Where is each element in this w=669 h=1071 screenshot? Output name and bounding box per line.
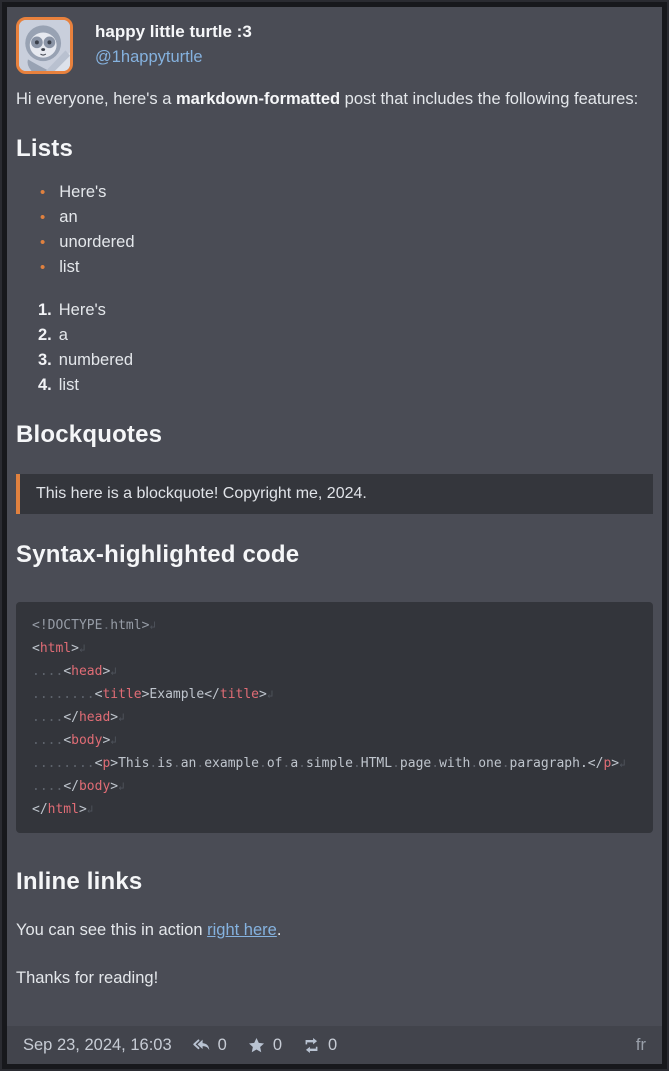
favourite-button[interactable]: 0 — [247, 1036, 282, 1055]
code-line: ....<body>↲ — [32, 729, 637, 752]
code-line: ........<p>This.is.an.example.of.a.simpl… — [32, 752, 637, 775]
reply-button[interactable]: 0 — [192, 1036, 227, 1055]
intro-post: post that includes the following feature… — [340, 90, 638, 108]
ordered-list-item: 3. numbered — [38, 348, 653, 373]
code-line: </html>↲ — [32, 798, 637, 821]
reply-count: 0 — [218, 1036, 227, 1055]
list-item-number: 4. — [38, 373, 52, 398]
code-line: ....</body>↲ — [32, 775, 637, 798]
code-line: <html>↲ — [32, 637, 637, 660]
action-bar: 0 0 0 — [192, 1036, 338, 1055]
code-line: ....</head>↲ — [32, 706, 637, 729]
list-item-text: Here's — [59, 298, 106, 323]
code-line: <!DOCTYPE.html>↲ — [32, 614, 637, 637]
favourite-count: 0 — [273, 1036, 282, 1055]
code-line: ....<head>↲ — [32, 660, 637, 683]
list-item-text: unordered — [59, 230, 134, 255]
reply-icon — [192, 1036, 211, 1055]
bullet-icon: • — [40, 205, 45, 230]
heading-lists: Lists — [16, 134, 653, 164]
list-item-number: 2. — [38, 323, 52, 348]
list-item-text: numbered — [59, 348, 133, 373]
bullet-icon: • — [40, 230, 45, 255]
list-item-text: a — [59, 323, 68, 348]
link-pre: You can see this in action — [16, 921, 207, 939]
unordered-list-item: • Here's — [40, 180, 653, 205]
bullet-icon: • — [40, 180, 45, 205]
post-body: happy little turtle :3 @1happyturtle Hi … — [7, 7, 662, 1026]
list-item-text: list — [59, 373, 79, 398]
author-names: happy little turtle :3 @1happyturtle — [95, 17, 252, 70]
blockquote: This here is a blockquote! Copyright me,… — [16, 474, 653, 514]
window-frame: happy little turtle :3 @1happyturtle Hi … — [0, 0, 669, 1071]
ordered-list: 1. Here's 2. a 3. numbered 4. list — [16, 298, 653, 398]
unordered-list-item: • an — [40, 205, 653, 230]
star-icon — [247, 1036, 266, 1055]
code-line: ........<title>Example</title>↲ — [32, 683, 637, 706]
list-item-text: Here's — [59, 180, 106, 205]
boost-icon — [302, 1036, 321, 1055]
ordered-list-item: 2. a — [38, 323, 653, 348]
post-footer: Sep 23, 2024, 16:03 0 0 — [7, 1026, 662, 1064]
boost-count: 0 — [328, 1036, 337, 1055]
link-post: . — [277, 921, 282, 939]
display-name: happy little turtle :3 — [95, 20, 252, 44]
list-item-number: 3. — [38, 348, 52, 373]
author-handle[interactable]: @1happyturtle — [95, 44, 252, 70]
list-item-text: list — [59, 255, 79, 280]
heading-inline-links: Inline links — [16, 867, 653, 897]
sloth-avatar-image — [19, 20, 70, 71]
language-tag: fr — [636, 1036, 646, 1055]
list-item-number: 1. — [38, 298, 52, 323]
intro-paragraph: Hi everyone, here's a markdown-formatted… — [16, 86, 653, 112]
ordered-list-item: 1. Here's — [38, 298, 653, 323]
code-block: <!DOCTYPE.html>↲<html>↲....<head>↲......… — [16, 602, 653, 833]
outro-paragraph: Thanks for reading! — [16, 965, 653, 991]
unordered-list-item: • unordered — [40, 230, 653, 255]
right-here-link[interactable]: right here — [207, 921, 277, 939]
ordered-list-item: 4. list — [38, 373, 653, 398]
unordered-list-item: • list — [40, 255, 653, 280]
post-header: happy little turtle :3 @1happyturtle — [16, 17, 653, 74]
avatar[interactable] — [16, 17, 73, 74]
link-paragraph: You can see this in action right here. — [16, 917, 653, 943]
timestamp: Sep 23, 2024, 16:03 — [23, 1036, 172, 1055]
list-item-text: an — [59, 205, 77, 230]
heading-code: Syntax-highlighted code — [16, 540, 653, 570]
unordered-list: • Here's • an • unordered • list — [16, 180, 653, 280]
intro-bold: markdown-formatted — [176, 90, 340, 108]
intro-pre: Hi everyone, here's a — [16, 90, 176, 108]
bullet-icon: • — [40, 255, 45, 280]
post: happy little turtle :3 @1happyturtle Hi … — [7, 7, 662, 1064]
heading-blockquotes: Blockquotes — [16, 420, 653, 450]
boost-button[interactable]: 0 — [302, 1036, 337, 1055]
